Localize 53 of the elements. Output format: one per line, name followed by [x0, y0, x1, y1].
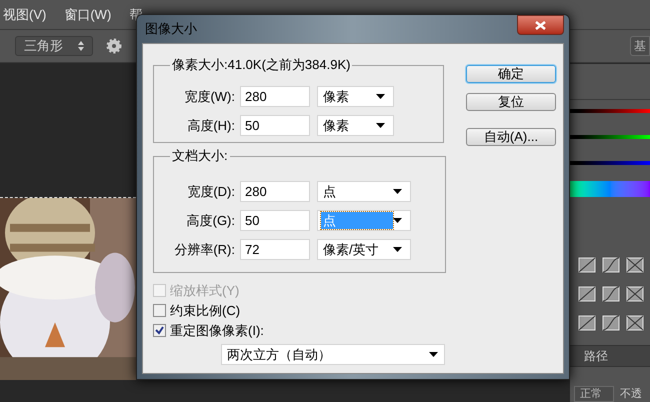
number-field[interactable]: 280: [240, 86, 310, 107]
adjustment-icon[interactable]: [626, 315, 644, 331]
dialog-button[interactable]: 确定: [466, 65, 556, 83]
adjustment-icon[interactable]: [626, 286, 644, 302]
dialog-button[interactable]: 自动(A)...: [466, 128, 556, 146]
field-label: 宽度(W):: [183, 88, 236, 106]
dropdown-arrow-icon: [393, 247, 402, 252]
close-button[interactable]: [517, 15, 564, 35]
field-label: 宽度(D):: [186, 182, 236, 201]
field-label: 分辨率(R):: [173, 240, 236, 259]
adjustment-icon[interactable]: [578, 315, 596, 331]
adjustment-icon[interactable]: [626, 257, 644, 273]
menu-item[interactable]: 视图(V): [3, 4, 46, 24]
group-legend: 文档大小:: [170, 148, 230, 164]
adjustment-icon[interactable]: [602, 315, 620, 331]
unit-dropdown[interactable]: 像素/英寸: [317, 239, 411, 260]
dropdown-arrow-icon: [393, 218, 402, 223]
resample-dropdown[interactable]: 两次立方（自动）: [221, 344, 445, 365]
checkmark-icon: [155, 326, 164, 335]
close-icon: [535, 20, 546, 30]
unit-dropdown[interactable]: 像素: [317, 86, 394, 107]
adjustment-icon[interactable]: [602, 257, 620, 273]
group-legend: 像素大小:41.0K(之前为384.9K): [170, 57, 352, 73]
number-field[interactable]: 50: [240, 210, 310, 231]
opacity-label: 不透: [620, 386, 642, 402]
checkbox-label: 重定图像像素(I):: [170, 322, 264, 340]
dropdown-arrow-icon: [393, 189, 402, 194]
checkbox[interactable]: [153, 304, 166, 317]
blend-mode-dropdown[interactable]: 正常: [574, 386, 614, 402]
unit-dropdown[interactable]: 像素: [317, 115, 394, 136]
color-spectrum[interactable]: [570, 181, 650, 197]
dropdown-arrow-icon: [376, 123, 385, 128]
adjustment-icon[interactable]: [578, 257, 596, 273]
number-field[interactable]: 50: [240, 115, 310, 136]
up-down-arrows-icon: [78, 41, 84, 51]
adjustment-icon[interactable]: [602, 286, 620, 302]
dropdown-arrow-icon: [429, 352, 438, 357]
dropdown-arrow-icon: [376, 94, 385, 99]
gear-icon[interactable]: [106, 38, 122, 54]
number-field[interactable]: 280: [240, 181, 310, 202]
adjustment-icon[interactable]: [578, 286, 596, 302]
dialog-button[interactable]: 复位: [466, 93, 556, 111]
checkbox-label: 约束比例(C): [170, 302, 240, 320]
field-label: 高度(G):: [186, 212, 236, 230]
number-field[interactable]: 72: [240, 239, 310, 260]
shape-dropdown[interactable]: 三角形: [15, 36, 93, 56]
menu-item[interactable]: 窗口(W): [64, 4, 112, 24]
workspace-button[interactable]: 基: [630, 36, 650, 56]
checkbox[interactable]: [153, 324, 166, 337]
unit-dropdown[interactable]: 点: [317, 181, 411, 202]
field-label: 高度(H):: [186, 116, 236, 135]
window-title: 图像大小: [144, 20, 197, 38]
checkbox-label: 缩放样式(Y): [170, 282, 240, 300]
